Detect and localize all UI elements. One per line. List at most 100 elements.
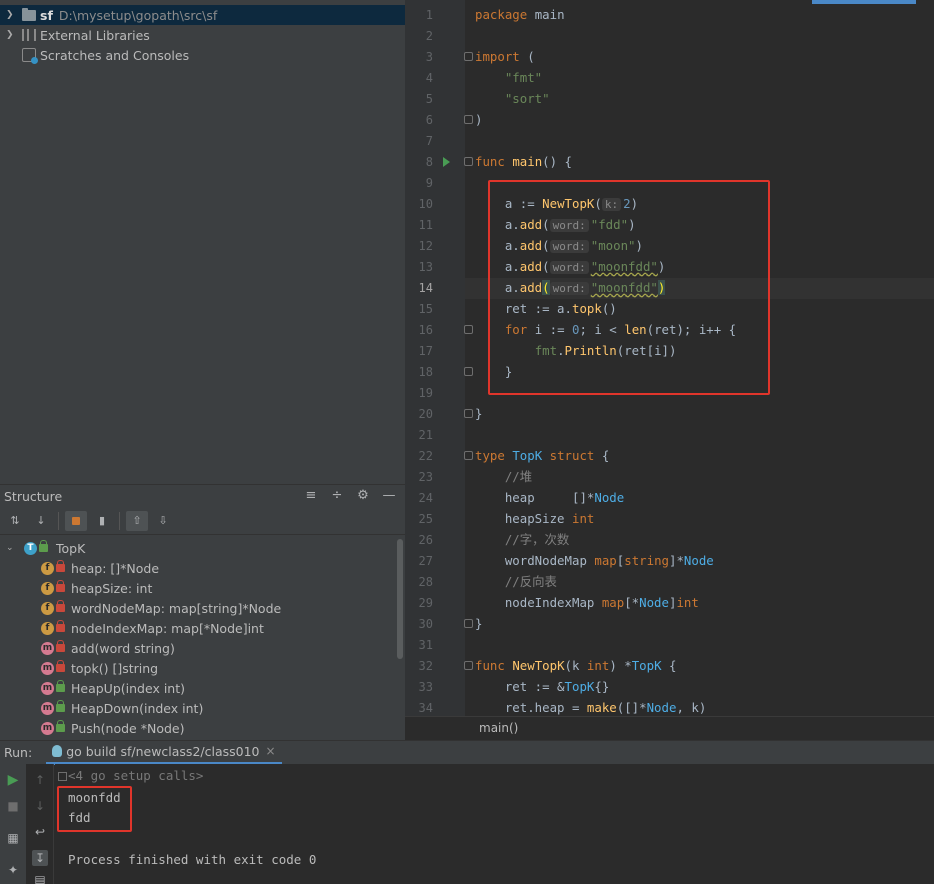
line-number: 15: [418, 302, 433, 316]
fold-marker-icon[interactable]: [464, 367, 473, 376]
fold-marker-icon[interactable]: [464, 409, 473, 418]
line-number: 7: [425, 134, 433, 148]
structure-item[interactable]: m topk() []string: [41, 658, 158, 678]
close-icon[interactable]: ×: [266, 744, 276, 758]
console-output[interactable]: <4 go setup calls> moonfdd fdd Process f…: [55, 764, 934, 884]
code-line-28: //反向表: [504, 574, 557, 589]
structure-root-label: TopK: [56, 540, 86, 556]
structure-item[interactable]: m Push(node *Node): [41, 718, 184, 738]
scroll-to-end-icon[interactable]: ↧: [32, 850, 48, 866]
fold-icon[interactable]: [58, 772, 67, 781]
structure-item[interactable]: f heapSize: int: [41, 578, 152, 598]
code-line-22: type TopK struct {: [475, 448, 610, 463]
project-root-row[interactable]: ❯ sf D:\mysetup\gopath\src\sf: [0, 5, 405, 25]
fold-marker-icon[interactable]: [464, 325, 473, 334]
run-toolbar: ▶ ■ ▦ ✦: [0, 764, 26, 884]
structure-item[interactable]: f nodeIndexMap: map[*Node]int: [41, 618, 264, 638]
structure-item[interactable]: m add(word string): [41, 638, 175, 658]
structure-item-label: HeapDown(index int): [71, 700, 204, 716]
structure-item[interactable]: f wordNodeMap: map[string]*Node: [41, 598, 281, 618]
scratches-row[interactable]: Scratches and Consoles: [22, 45, 189, 65]
pin-icon[interactable]: ✦: [5, 862, 21, 878]
line-number: 16: [418, 323, 433, 337]
structure-item-label: wordNodeMap: map[string]*Node: [71, 600, 282, 616]
fold-marker-icon[interactable]: [464, 52, 473, 61]
gear-icon[interactable]: ⚙: [355, 488, 371, 504]
project-root-path: D:\mysetup\gopath\src\sf: [58, 7, 218, 23]
line-number: 32: [418, 659, 433, 673]
sort-by-visibility-icon[interactable]: ⇅: [4, 511, 26, 531]
run-header: Run: go build sf/newclass2/class010 ×: [0, 740, 934, 765]
setup-calls-line[interactable]: <4 go setup calls>: [58, 768, 203, 783]
autoscroll-to-source-icon[interactable]: ⇧: [126, 510, 148, 531]
arrow-up-icon[interactable]: ↑: [32, 772, 48, 788]
line-number: 24: [418, 491, 433, 505]
external-libraries-row[interactable]: ❯ External Libraries: [0, 25, 150, 45]
fold-marker-icon[interactable]: [464, 451, 473, 460]
line-number: 23: [418, 470, 433, 484]
structure-root-row[interactable]: ⌄ T TopK: [4, 538, 85, 558]
line-number: 17: [418, 344, 433, 358]
collapse-all-icon[interactable]: ÷: [329, 488, 345, 504]
show-fields-icon[interactable]: [65, 510, 87, 531]
scratches-label: Scratches and Consoles: [40, 47, 190, 63]
method-icon: m: [41, 681, 54, 695]
stop-icon[interactable]: ■: [5, 798, 21, 814]
expand-arrow-icon[interactable]: ❯: [6, 10, 16, 20]
sort-alphabetically-icon[interactable]: ↓: [30, 511, 52, 531]
line-number: 5: [425, 92, 433, 106]
line-number: 14: [418, 281, 433, 295]
code-editor[interactable]: 1 2 3 4 5 6 7 8 9 10 11 12 13 14 15 16 17 18 19 20 21 22 23 24 2…: [405, 0, 934, 716]
breadcrumb-item[interactable]: main(): [479, 721, 518, 735]
visibility-lock-icon: [56, 600, 65, 612]
fold-marker-icon[interactable]: [464, 115, 473, 124]
code-line-6: ): [475, 112, 483, 127]
go-icon: [52, 745, 63, 757]
rerun-icon[interactable]: ▶: [5, 772, 21, 788]
structure-item[interactable]: m HeapDown(index int): [41, 698, 203, 718]
autoscroll-from-source-icon[interactable]: ⇩: [152, 511, 174, 531]
fold-marker-icon[interactable]: [464, 619, 473, 628]
expand-all-icon[interactable]: ≡: [303, 488, 319, 504]
line-number: 28: [418, 575, 433, 589]
line-number: 6: [425, 113, 433, 127]
arrow-down-icon[interactable]: ↓: [32, 798, 48, 814]
expand-arrow-icon[interactable]: ❯: [6, 30, 16, 40]
breadcrumb[interactable]: main(): [405, 716, 934, 740]
fold-marker-icon[interactable]: [464, 661, 473, 670]
chevron-down-icon[interactable]: ⌄: [6, 543, 16, 553]
method-icon: m: [41, 661, 54, 675]
structure-item[interactable]: f heap: []*Node: [41, 558, 159, 578]
line-number: 12: [418, 239, 433, 253]
visibility-lock-icon: [56, 620, 65, 632]
project-root-name: sf: [40, 7, 53, 23]
run-tab[interactable]: go build sf/newclass2/class010 ×: [46, 741, 282, 765]
line-number: 9: [425, 176, 433, 190]
soft-wrap-icon[interactable]: ↩: [32, 824, 48, 840]
toolbar-divider: [58, 511, 59, 530]
line-number: 8: [425, 155, 433, 169]
method-icon: m: [41, 721, 54, 735]
structure-scrollbar[interactable]: [397, 539, 403, 659]
code-line-29: nodeIndexMap map[*Node]int: [504, 595, 699, 610]
layout-icon[interactable]: ▦: [5, 830, 21, 846]
structure-item[interactable]: m HeapUp(index int): [41, 678, 185, 698]
code-line-3: import (: [475, 49, 535, 64]
structure-item-label: heapSize: int: [71, 580, 153, 596]
code-line-23: //堆: [504, 469, 533, 484]
line-number: 30: [418, 617, 433, 631]
line-number: 34: [418, 701, 433, 715]
line-number: 19: [418, 386, 433, 400]
line-number: 22: [418, 449, 433, 463]
print-icon[interactable]: ▤: [32, 872, 48, 884]
run-main-icon[interactable]: [443, 157, 450, 167]
field-icon: f: [41, 621, 54, 635]
code-line-20: }: [475, 406, 483, 421]
show-folders-icon[interactable]: ▮: [91, 511, 113, 531]
fold-marker-icon[interactable]: [464, 157, 473, 166]
hide-panel-icon[interactable]: —: [381, 488, 397, 504]
type-icon: T: [24, 541, 37, 555]
external-libraries-label: External Libraries: [40, 27, 150, 43]
structure-item-label: add(word string): [71, 640, 175, 656]
line-number: 29: [418, 596, 433, 610]
